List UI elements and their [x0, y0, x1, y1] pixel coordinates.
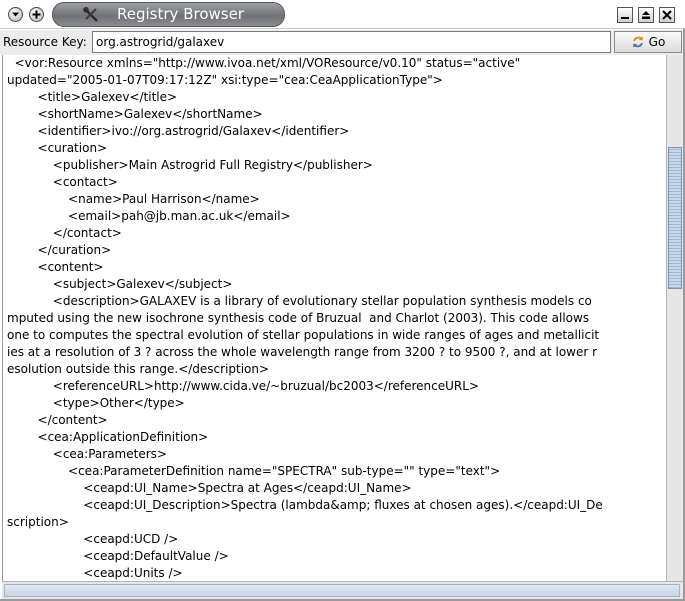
minimize-button[interactable]	[617, 7, 633, 23]
resource-key-label: Resource Key:	[3, 35, 87, 49]
xml-line: <publisher>Main Astrogrid Full Registry<…	[7, 158, 373, 172]
xml-line: mputed using the new isochrone synthesis…	[7, 311, 590, 325]
xml-line: <email>pah@jb.man.ac.uk</email>	[7, 209, 291, 223]
window-title-bar[interactable]: Registry Browser	[52, 2, 285, 27]
xml-line: <ceapd:DefaultValue />	[7, 549, 229, 563]
xml-line: ies at a resolution of 3 ? across the wh…	[7, 345, 598, 359]
xml-line: <curation>	[7, 141, 108, 155]
xml-line: <name>Paul Harrison</name>	[7, 192, 260, 206]
xml-content-pane[interactable]: <vor:Resource xmlns="http://www.ivoa.net…	[2, 55, 666, 581]
xml-line: <ceapd:UCD />	[7, 532, 179, 546]
xml-line: <contact>	[7, 175, 118, 189]
xml-line: <referenceURL>http://www.cida.ve/~bruzua…	[7, 379, 480, 393]
xml-line: </curation>	[7, 243, 112, 257]
xml-line: <vor:Resource xmlns="http://www.ivoa.net…	[7, 56, 521, 70]
add-button[interactable]	[29, 7, 44, 22]
xml-line: <ceapd:UI_Name>Spectra at Ages</ceapd:UI…	[7, 481, 412, 495]
xml-line: </content>	[7, 413, 108, 427]
xml-line: <ceapd:UI_Description>Spectra (lambda&am…	[7, 498, 603, 512]
xml-line: <title>Galexev</title>	[7, 90, 178, 104]
xml-line: <cea:ApplicationDefinition>	[7, 430, 209, 444]
xml-line: <description>GALAXEV is a library of evo…	[7, 294, 592, 308]
xml-line: <content>	[7, 260, 104, 274]
xml-line: esolution outside this range.</descripti…	[7, 362, 270, 376]
maximize-button[interactable]	[638, 7, 654, 23]
xml-line: <cea:Parameters>	[7, 447, 167, 461]
xml-line: <type>Other</type>	[7, 396, 185, 410]
go-label: Go	[648, 35, 666, 49]
title-bar: Registry Browser	[0, 0, 685, 29]
close-button[interactable]	[659, 7, 675, 23]
close-icon	[662, 10, 672, 20]
xml-line: <ceapd:Units />	[7, 566, 183, 580]
plus-icon	[32, 10, 41, 19]
xml-line: <shortName>Galexev</shortName>	[7, 107, 263, 121]
minimize-icon	[621, 17, 629, 19]
resource-key-input[interactable]	[92, 31, 611, 53]
tools-icon	[83, 7, 99, 30]
xml-line: <subject>Galexev</subject>	[7, 277, 233, 291]
go-button[interactable]: Go	[614, 31, 682, 53]
chevron-down-icon	[12, 12, 19, 17]
refresh-arrows-icon	[632, 36, 643, 48]
window-title: Registry Browser	[117, 5, 244, 23]
maximize-icon	[642, 11, 650, 19]
horizontal-scroll-thumb[interactable]	[4, 584, 680, 597]
resource-toolbar: Resource Key: Go	[0, 30, 685, 55]
xml-line: <cea:ParameterDefinition name="SPECTRA" …	[7, 464, 501, 478]
horizontal-scrollbar[interactable]	[2, 581, 683, 599]
xml-line: one to computes the spectral evolution o…	[7, 328, 600, 342]
xml-line: scription>	[7, 515, 69, 529]
vertical-scrollbar[interactable]	[666, 55, 683, 581]
vertical-scroll-thumb[interactable]	[668, 147, 682, 289]
xml-line: <identifier>ivo://org.astrogrid/Galaxev<…	[7, 124, 350, 138]
xml-line: </contact>	[7, 226, 122, 240]
window-menu-button[interactable]	[8, 7, 23, 22]
xml-line: updated="2005-01-07T09:17:12Z" xsi:type=…	[7, 73, 443, 87]
